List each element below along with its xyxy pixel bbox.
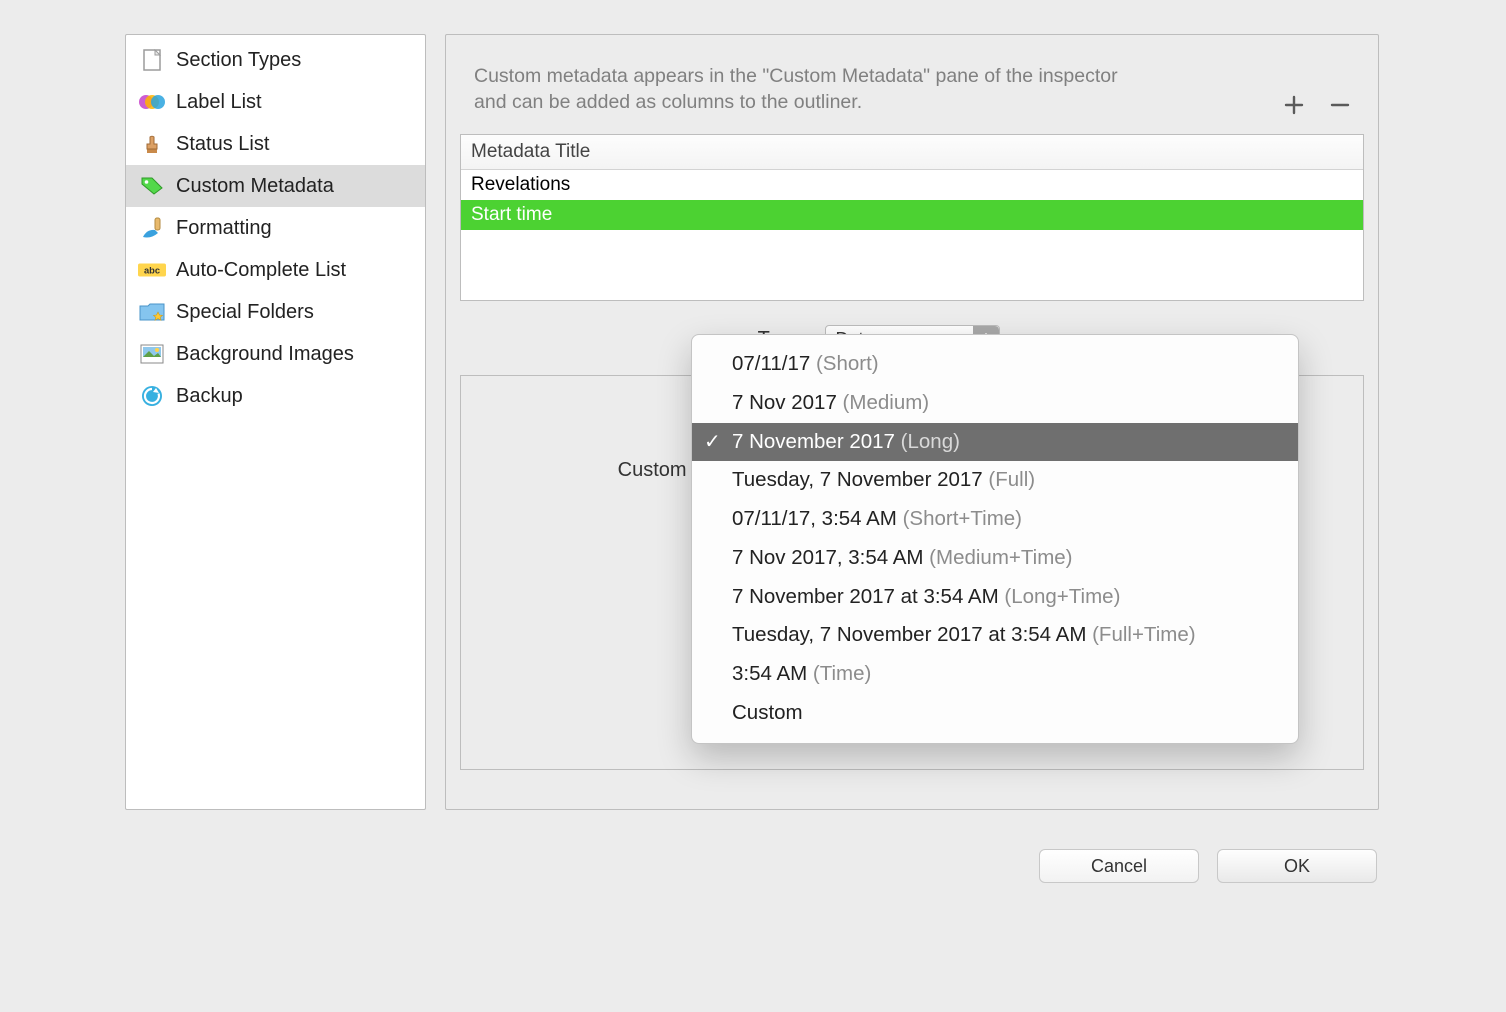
option-suffix: (Long+Time) — [999, 585, 1121, 608]
refresh-icon — [138, 385, 166, 407]
format-option-long-time[interactable]: 7 November 2017 at 3:54 AM (Long+Time) — [692, 578, 1298, 617]
format-option-medium-time[interactable]: 7 Nov 2017, 3:54 AM (Medium+Time) — [692, 539, 1298, 578]
option-main: 3:54 AM — [732, 662, 807, 685]
sidebar-item-custom-metadata[interactable]: Custom Metadata — [126, 165, 425, 207]
sidebar-item-backup[interactable]: Backup — [126, 375, 425, 417]
sidebar-item-formatting[interactable]: Formatting — [126, 207, 425, 249]
sidebar-item-label: Status List — [176, 133, 269, 156]
option-suffix: (Full+Time) — [1086, 623, 1195, 646]
add-remove-controls — [1280, 91, 1354, 119]
sidebar-item-label: Section Types — [176, 49, 301, 72]
remove-metadata-button[interactable] — [1326, 91, 1354, 119]
sidebar-item-label: Custom Metadata — [176, 175, 334, 198]
format-option-short[interactable]: 07/11/17 (Short) — [692, 345, 1298, 384]
stamp-icon — [138, 133, 166, 155]
format-option-short-time[interactable]: 07/11/17, 3:54 AM (Short+Time) — [692, 500, 1298, 539]
sidebar-item-background-images[interactable]: Background Images — [126, 333, 425, 375]
option-main: Tuesday, 7 November 2017 at 3:54 AM — [732, 623, 1086, 646]
ok-button[interactable]: OK — [1217, 849, 1377, 883]
option-main: 7 November 2017 at 3:54 AM — [732, 585, 999, 608]
option-main: 07/11/17, 3:54 AM — [732, 507, 897, 530]
table-row[interactable]: Start time — [461, 200, 1363, 230]
dialog-body: Section Types Label List Status List Cus… — [101, 14, 1405, 898]
format-option-medium[interactable]: 7 Nov 2017 (Medium) — [692, 384, 1298, 423]
option-suffix: (Short+Time) — [897, 507, 1022, 530]
option-main: 07/11/17 — [732, 352, 810, 375]
sidebar-item-auto-complete-list[interactable]: abc Auto-Complete List — [126, 249, 425, 291]
paintbrush-icon — [138, 217, 166, 239]
preferences-dialog: Section Types Label List Status List Cus… — [0, 0, 1506, 1012]
format-option-long[interactable]: 7 November 2017 (Long) — [692, 423, 1298, 462]
sidebar-item-status-list[interactable]: Status List — [126, 123, 425, 165]
main-intro-text: Custom metadata appears in the "Custom M… — [446, 35, 1146, 126]
format-option-full[interactable]: Tuesday, 7 November 2017 (Full) — [692, 461, 1298, 500]
option-main: 7 Nov 2017, 3:54 AM — [732, 546, 923, 569]
overlapping-circles-icon — [138, 91, 166, 113]
folder-star-icon — [138, 301, 166, 323]
sidebar-item-special-folders[interactable]: Special Folders — [126, 291, 425, 333]
metadata-table-blank[interactable] — [461, 230, 1363, 300]
format-option-custom[interactable]: Custom — [692, 694, 1298, 733]
option-suffix: (Full) — [983, 468, 1035, 491]
table-row[interactable]: Revelations — [461, 170, 1363, 200]
option-suffix: (Medium+Time) — [923, 546, 1072, 569]
sidebar-item-label: Backup — [176, 385, 243, 408]
option-suffix: (Long) — [895, 430, 960, 453]
category-sidebar: Section Types Label List Status List Cus… — [125, 34, 426, 810]
sidebar-item-section-types[interactable]: Section Types — [126, 39, 425, 81]
dialog-footer: Cancel OK — [101, 834, 1405, 898]
tag-icon — [138, 175, 166, 197]
add-metadata-button[interactable] — [1280, 91, 1308, 119]
option-main: Tuesday, 7 November 2017 — [732, 468, 983, 491]
format-option-time[interactable]: 3:54 AM (Time) — [692, 655, 1298, 694]
option-main: Custom — [732, 701, 803, 724]
sidebar-item-label: Auto-Complete List — [176, 259, 346, 282]
svg-text:abc: abc — [144, 266, 160, 276]
option-main: 7 November 2017 — [732, 430, 895, 453]
page-icon — [138, 49, 166, 71]
sidebar-item-label: Formatting — [176, 217, 272, 240]
option-main: 7 Nov 2017 — [732, 391, 837, 414]
sidebar-item-label: Background Images — [176, 343, 354, 366]
sidebar-item-label: Special Folders — [176, 301, 314, 324]
abc-icon: abc — [138, 259, 166, 281]
option-suffix: (Time) — [807, 662, 871, 685]
format-dropdown-menu[interactable]: 07/11/17 (Short) 7 Nov 2017 (Medium) 7 N… — [691, 334, 1299, 744]
metadata-table-header[interactable]: Metadata Title — [461, 135, 1363, 170]
metadata-title-table: Metadata Title Revelations Start time — [460, 134, 1364, 301]
picture-icon — [138, 343, 166, 365]
cancel-button[interactable]: Cancel — [1039, 849, 1199, 883]
option-suffix: (Short) — [810, 352, 878, 375]
sidebar-item-label: Label List — [176, 91, 262, 114]
sidebar-item-label-list[interactable]: Label List — [126, 81, 425, 123]
format-option-full-time[interactable]: Tuesday, 7 November 2017 at 3:54 AM (Ful… — [692, 616, 1298, 655]
option-suffix: (Medium) — [837, 391, 929, 414]
